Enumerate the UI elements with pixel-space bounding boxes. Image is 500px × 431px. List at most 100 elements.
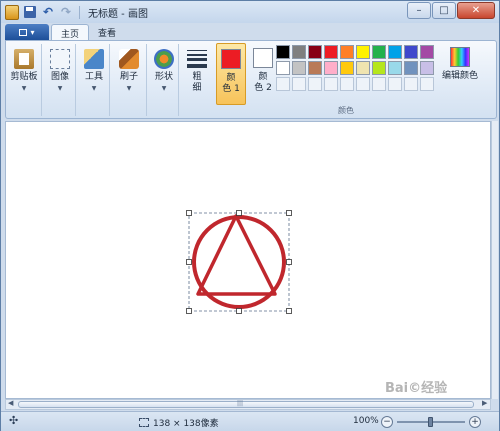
color1-label-line2: 色 1 xyxy=(222,84,240,94)
palette-color-swatch[interactable] xyxy=(340,45,354,59)
ribbon-tabs: ▾ 主页 查看 xyxy=(1,23,499,41)
clipboard-label: 剪贴板 xyxy=(10,72,38,82)
palette-color-swatch[interactable] xyxy=(404,77,418,91)
size-label-line2: 细 xyxy=(192,83,202,93)
resize-handle[interactable] xyxy=(236,308,242,314)
palette-color-swatch[interactable] xyxy=(308,61,322,75)
resize-handle[interactable] xyxy=(186,210,192,216)
color-spectrum-icon xyxy=(450,47,470,67)
window-title: 无标题 - 画图 xyxy=(88,8,148,20)
color1-button[interactable]: 颜 色 1 xyxy=(216,43,246,105)
shapes-label: 形状 xyxy=(154,72,173,82)
maximize-button[interactable]: □ xyxy=(432,2,456,19)
image-group: 图像 ▼ xyxy=(43,44,76,116)
palette-color-swatch[interactable] xyxy=(372,61,386,75)
palette-color-swatch[interactable] xyxy=(356,77,370,91)
close-button[interactable]: ✕ xyxy=(457,2,495,19)
zoom-in-button[interactable]: + xyxy=(469,416,481,428)
clipboard-button[interactable]: 剪贴板 ▼ xyxy=(9,46,39,104)
color2-label-line1: 颜 xyxy=(258,72,268,82)
size-button[interactable]: 粗 细 xyxy=(182,46,212,104)
selection-size-indicator: 138 × 138像素 xyxy=(139,416,219,429)
selection-size-text: 138 × 138像素 xyxy=(153,419,219,429)
palette-color-swatch[interactable] xyxy=(276,77,290,91)
shapes-button[interactable]: 形状 ▼ xyxy=(149,46,179,104)
tools-group: 工具 ▼ xyxy=(77,44,110,116)
undo-icon[interactable]: ↶ xyxy=(41,5,55,19)
colors-group-label: 颜色 xyxy=(338,106,354,115)
color1-label-line1: 颜 xyxy=(226,73,236,83)
clipboard-icon xyxy=(14,49,34,69)
horizontal-scrollbar[interactable]: ◀ ||| ▶ xyxy=(5,399,491,410)
palette-color-swatch[interactable] xyxy=(388,77,402,91)
vertical-scrollbar[interactable] xyxy=(491,121,498,399)
palette-color-swatch[interactable] xyxy=(276,61,290,75)
palette-color-swatch[interactable] xyxy=(324,61,338,75)
palette-color-swatch[interactable] xyxy=(420,45,434,59)
paint-app-icon[interactable] xyxy=(5,4,19,20)
image-button[interactable]: 图像 ▼ xyxy=(45,46,75,104)
color2-label-line2: 色 2 xyxy=(254,83,272,93)
resize-handle[interactable] xyxy=(236,210,242,216)
edit-colors-button[interactable]: 编辑颜色 xyxy=(439,44,481,100)
palette-color-swatch[interactable] xyxy=(292,77,306,91)
paint-menu-button[interactable]: ▾ xyxy=(5,24,49,40)
selection-icon xyxy=(139,418,149,427)
window-controls: – □ ✕ xyxy=(406,2,495,19)
palette-color-swatch[interactable] xyxy=(404,61,418,75)
resize-handle[interactable] xyxy=(286,210,292,216)
palette-color-swatch[interactable] xyxy=(340,61,354,75)
tab-view[interactable]: 查看 xyxy=(89,24,125,41)
brushes-button[interactable]: 刷子 ▼ xyxy=(114,46,144,104)
drawing-canvas[interactable] xyxy=(6,122,492,400)
palette-color-swatch[interactable] xyxy=(292,61,306,75)
move-cursor-icon: ✣ xyxy=(9,414,19,427)
image-select-icon xyxy=(50,49,70,69)
shapes-group: 形状 ▼ xyxy=(148,44,179,116)
title-bar: ↶ ↷ 无标题 - 画图 – □ ✕ xyxy=(1,1,499,23)
scroll-right-icon[interactable]: ▶ xyxy=(482,399,487,407)
menu-icon xyxy=(19,28,28,36)
redo-icon[interactable]: ↷ xyxy=(59,5,73,19)
palette-color-swatch[interactable] xyxy=(308,45,322,59)
palette-color-swatch[interactable] xyxy=(308,77,322,91)
color2-button[interactable]: 颜 色 2 xyxy=(248,43,278,105)
watermark-text: Bai©经验 xyxy=(385,381,448,396)
zoom-out-button[interactable]: − xyxy=(381,416,393,428)
minimize-button[interactable]: – xyxy=(407,2,431,19)
save-icon[interactable] xyxy=(23,5,37,19)
palette-color-swatch[interactable] xyxy=(388,45,402,59)
palette-color-swatch[interactable] xyxy=(340,77,354,91)
palette-color-swatch[interactable] xyxy=(356,45,370,59)
color2-swatch xyxy=(253,48,273,68)
palette-color-swatch[interactable] xyxy=(276,45,290,59)
chevron-down-icon: ▼ xyxy=(161,85,167,92)
palette-color-swatch[interactable] xyxy=(356,61,370,75)
palette-color-swatch[interactable] xyxy=(324,45,338,59)
size-group: 粗 细 xyxy=(180,44,213,116)
brushes-label: 刷子 xyxy=(119,72,138,82)
palette-color-swatch[interactable] xyxy=(420,77,434,91)
palette-color-swatch[interactable] xyxy=(420,61,434,75)
palette-color-swatch[interactable] xyxy=(372,45,386,59)
chevron-down-icon: ▼ xyxy=(126,85,132,92)
clipboard-group: 剪贴板 ▼ xyxy=(6,44,42,116)
tab-home[interactable]: 主页 xyxy=(51,24,90,41)
resize-handle[interactable] xyxy=(186,308,192,314)
palette-color-swatch[interactable] xyxy=(404,45,418,59)
palette-color-swatch[interactable] xyxy=(372,77,386,91)
palette-color-swatch[interactable] xyxy=(292,45,306,59)
palette-color-swatch[interactable] xyxy=(388,61,402,75)
canvas-area[interactable] xyxy=(5,121,491,399)
palette-color-swatch[interactable] xyxy=(324,77,338,91)
resize-handle[interactable] xyxy=(186,259,192,265)
tools-button[interactable]: 工具 ▼ xyxy=(79,46,109,104)
horizontal-scroll-thumb[interactable] xyxy=(18,401,474,408)
zoom-slider-thumb[interactable] xyxy=(428,417,433,427)
scroll-left-icon[interactable]: ◀ xyxy=(8,399,13,407)
resize-handle[interactable] xyxy=(286,259,292,265)
line-size-icon xyxy=(187,49,207,69)
selection-rectangle[interactable] xyxy=(188,212,290,312)
size-label-line1: 粗 xyxy=(192,72,202,82)
resize-handle[interactable] xyxy=(286,308,292,314)
